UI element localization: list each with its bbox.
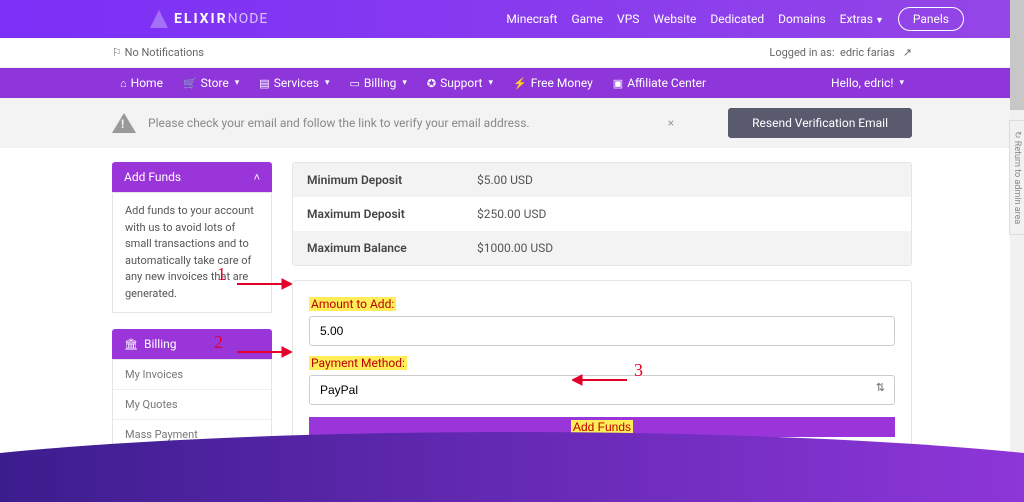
list-icon: ▤ [259,77,269,90]
flame-icon [150,10,168,28]
notification-bar: ⚐ No Notifications Logged in as: edric f… [0,38,1024,68]
menu-affiliate[interactable]: ▣Affiliate Center [605,76,714,90]
support-icon: ✪ [427,77,436,90]
chevron-down-icon: ▼ [875,16,884,26]
top-nav: Minecraft Game VPS Website Dedicated Dom… [506,7,964,31]
home-icon: ⌂ [120,77,127,90]
topnav-minecraft[interactable]: Minecraft [506,12,557,26]
return-to-admin-tab[interactable]: ↻ Return to admin area [1009,120,1024,235]
menu-home[interactable]: ⌂Home [112,76,171,90]
brand-text-1: ELIXIR [174,11,228,27]
no-notifications: No Notifications [125,46,204,59]
footer-wave [0,432,1024,502]
menu-store[interactable]: 🛒Store▾ [175,76,247,90]
menu-services[interactable]: ▤Services▾ [251,76,337,90]
menu-support[interactable]: ✪Support▾ [419,76,501,90]
money-icon: ⚡ [513,77,527,90]
table-row: Minimum Deposit $5.00 USD [293,163,911,197]
topnav-vps[interactable]: VPS [617,12,639,26]
addfunds-panel-header[interactable]: Add Funds ˄ [112,162,272,192]
panels-button[interactable]: Panels [898,7,964,31]
amount-input[interactable] [309,316,895,346]
sidebar-item-my-quotes[interactable]: My Quotes [113,390,271,420]
bank-icon: 🏛 [124,338,138,351]
chevron-up-icon: ˄ [254,171,260,184]
chevron-down-icon: ▾ [235,78,240,88]
topnav-dedicated[interactable]: Dedicated [710,12,764,26]
topnav-website[interactable]: Website [653,12,696,26]
chevron-down-icon: ▾ [899,78,904,88]
flag-icon: ⚐ [112,46,122,59]
max-balance-label: Maximum Balance [293,231,463,265]
chevron-down-icon: ▾ [402,78,407,88]
min-deposit-label: Minimum Deposit [293,163,463,197]
table-row: Maximum Deposit $250.00 USD [293,197,911,231]
resend-verification-button[interactable]: Resend Verification Email [728,108,912,138]
brand-text-2: NODE [228,11,269,27]
max-deposit-label: Maximum Deposit [293,197,463,231]
card-icon: ▭ [349,77,359,90]
deposit-info-table: Minimum Deposit $5.00 USD Maximum Deposi… [292,162,912,266]
menu-hello-user[interactable]: Hello, edric!▾ [823,76,912,90]
chevron-down-icon: ▾ [489,78,494,88]
payment-method-select[interactable] [309,375,895,405]
topnav-extras[interactable]: Extras▼ [840,12,884,26]
billing-panel-header[interactable]: 🏛 Billing [112,329,272,359]
billing-panel-title: Billing [144,337,177,351]
menu-freemoney[interactable]: ⚡Free Money [505,76,601,90]
topnav-game[interactable]: Game [571,12,603,26]
affiliate-icon: ▣ [613,77,623,90]
brand[interactable]: ELIXIRNODE [150,10,268,28]
topnav-domains[interactable]: Domains [778,12,826,26]
max-balance-value: $1000.00 USD [463,231,911,265]
chevron-down-icon: ▾ [325,78,330,88]
logged-in-user[interactable]: edric farias [840,46,895,59]
alert-close-button[interactable]: × [668,116,674,130]
external-link-icon[interactable]: ↗ [903,46,912,59]
logged-in-as-label: Logged in as: [769,46,834,59]
cart-icon: 🛒 [183,77,197,90]
menu-bar: ⌂Home 🛒Store▾ ▤Services▾ ▭Billing▾ ✪Supp… [0,68,1024,98]
alert-text: Please check your email and follow the l… [148,116,656,130]
sidebar-item-my-invoices[interactable]: My Invoices [113,360,271,390]
amount-label: Amount to Add: [309,297,396,311]
top-bar: ELIXIRNODE Minecraft Game VPS Website De… [0,0,1024,38]
payment-method-label: Payment Method: [309,356,407,370]
addfunds-panel-body: Add funds to your account with us to avo… [112,192,272,313]
menu-billing[interactable]: ▭Billing▾ [341,76,414,90]
addfunds-panel-title: Add Funds [124,170,181,184]
email-verify-alert: Please check your email and follow the l… [0,98,1024,148]
table-row: Maximum Balance $1000.00 USD [293,231,911,265]
min-deposit-value: $5.00 USD [463,163,911,197]
warning-icon [112,113,136,133]
max-deposit-value: $250.00 USD [463,197,911,231]
